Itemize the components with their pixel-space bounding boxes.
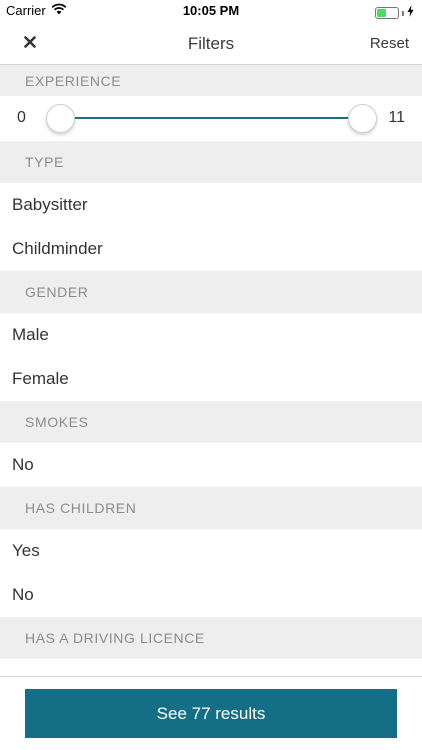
option-female[interactable]: Female [0, 357, 422, 401]
option-male[interactable]: Male [0, 313, 422, 357]
slider-min-label: 0 [17, 109, 26, 126]
status-time: 10:05 PM [182, 3, 240, 18]
section-header-driving-licence: HAS A DRIVING LICENCE [0, 617, 422, 659]
option-babysitter[interactable]: Babysitter [0, 183, 422, 227]
slider-track[interactable] [60, 117, 362, 119]
section-header-has-children: HAS CHILDREN [0, 487, 422, 529]
slider-max-label: 11 [388, 109, 405, 126]
battery-cap [402, 10, 404, 16]
battery-indicator [375, 4, 414, 22]
option-has-children-no[interactable]: No [0, 573, 422, 617]
section-header-experience: EXPERIENCE [0, 65, 422, 96]
footer: See 77 results [0, 676, 422, 750]
battery-level [377, 9, 386, 17]
option-has-children-yes[interactable]: Yes [0, 529, 422, 573]
page-title: Filters [187, 34, 235, 53]
section-header-type: TYPE [0, 141, 422, 183]
navigation-bar: Filters Reset [0, 22, 422, 65]
see-results-button[interactable]: See 77 results [25, 689, 397, 738]
experience-range-slider[interactable]: 0 11 [0, 96, 422, 141]
option-smokes-no[interactable]: No [0, 443, 422, 487]
filters-list[interactable]: EXPERIENCE 0 11 TYPE Babysitter Childmin… [0, 65, 422, 676]
option-childminder[interactable]: Childminder [0, 227, 422, 271]
slider-min-handle[interactable] [45, 104, 75, 133]
section-header-gender: GENDER [0, 271, 422, 313]
status-bar: Carrier 10:05 PM [0, 0, 422, 22]
section-header-smokes: SMOKES [0, 401, 422, 443]
battery-icon [375, 7, 399, 19]
reset-button[interactable]: Reset [370, 35, 409, 52]
slider-max-handle[interactable] [347, 104, 377, 133]
charging-bolt-icon [407, 4, 414, 22]
